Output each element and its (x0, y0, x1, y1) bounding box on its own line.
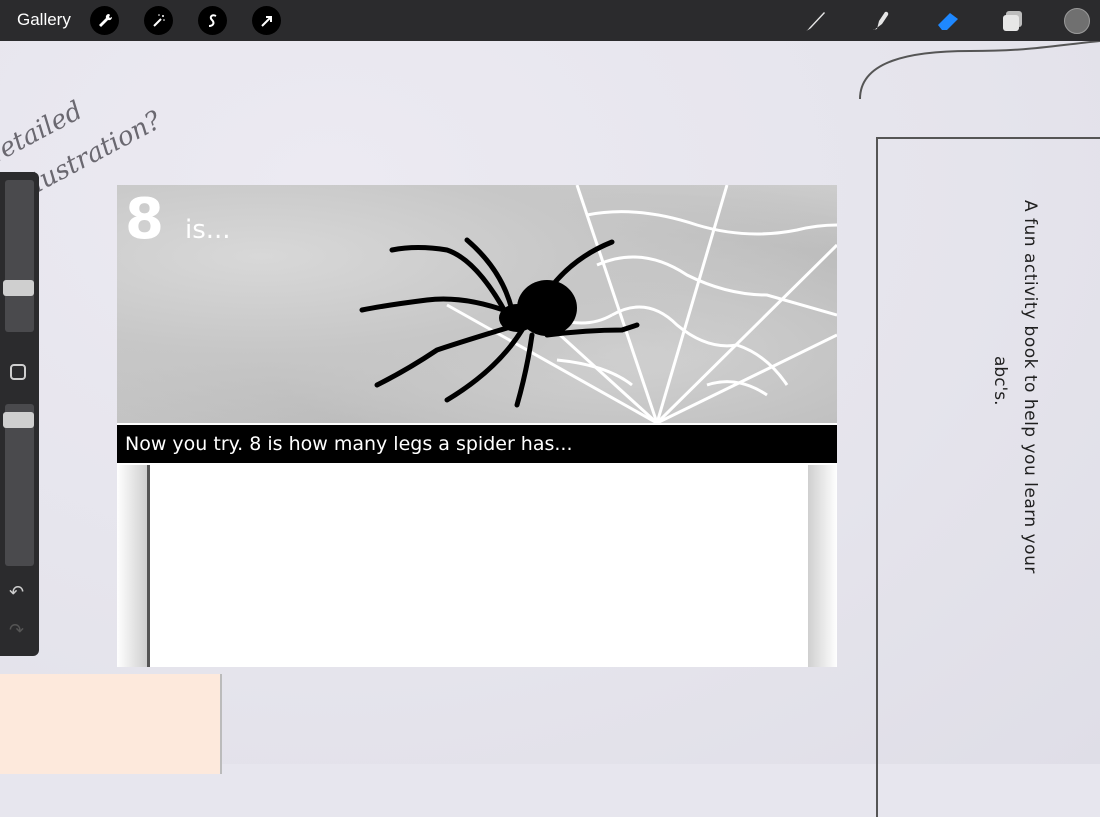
brush-sidebar: ↶ ↷ (0, 172, 39, 656)
peach-page-corner (0, 674, 222, 774)
layers-icon[interactable] (999, 7, 1027, 35)
opacity-thumb[interactable] (3, 412, 34, 428)
gallery-button[interactable]: Gallery (17, 10, 71, 30)
card-is-label: is... (185, 215, 231, 245)
redo-icon[interactable]: ↷ (9, 620, 24, 641)
activity-card: 8 is... Now you try. 8 is how many legs … (117, 185, 837, 667)
side-note-line2: abc's. (990, 356, 1010, 406)
brush-size-slider[interactable] (5, 180, 34, 332)
prompt-text: Now you try. 8 is how many legs a spider… (125, 433, 573, 455)
eraser-icon[interactable] (934, 7, 962, 35)
card-illustration: 8 is... (117, 185, 837, 423)
prompt-banner: Now you try. 8 is how many legs a spider… (117, 425, 837, 463)
card-number: 8 (125, 187, 164, 252)
selection-icon[interactable] (198, 6, 227, 35)
opacity-slider[interactable] (5, 404, 34, 566)
brush-icon[interactable] (802, 7, 830, 35)
left-shade (117, 465, 147, 667)
transform-arrow-icon[interactable] (252, 6, 281, 35)
brush-size-thumb[interactable] (3, 280, 34, 296)
smudge-icon[interactable] (868, 7, 896, 35)
answer-drawing-area[interactable] (147, 465, 811, 667)
undo-icon[interactable]: ↶ (9, 582, 24, 603)
modify-button[interactable] (10, 364, 26, 380)
top-toolbar: Gallery (0, 0, 1100, 41)
handwritten-curve (859, 41, 1100, 100)
spider-icon (359, 237, 640, 408)
side-note-line1: A fun activity book to help you learn yo… (1020, 200, 1040, 574)
right-shade (808, 465, 837, 667)
side-page-panel (876, 137, 1100, 817)
color-picker-icon[interactable] (1064, 8, 1090, 34)
wrench-icon[interactable] (90, 6, 119, 35)
magic-wand-icon[interactable] (144, 6, 173, 35)
